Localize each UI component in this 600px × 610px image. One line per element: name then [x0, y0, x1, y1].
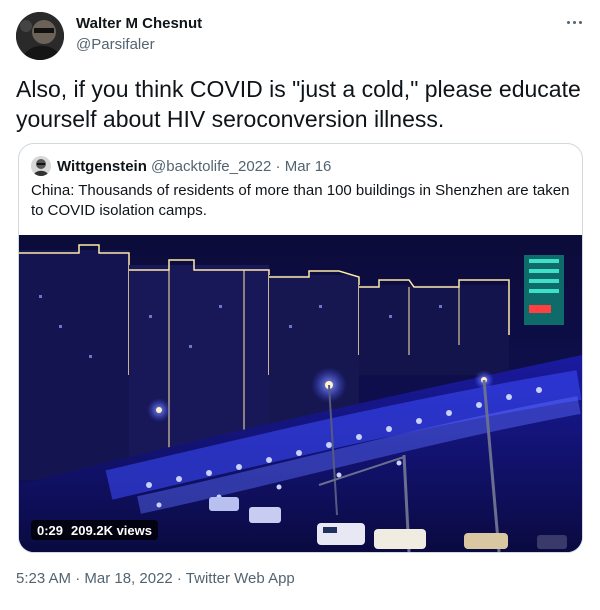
video-thumbnail: [19, 235, 582, 552]
quoted-date[interactable]: Mar 16: [285, 158, 332, 175]
tweet-text: Also, if you think COVID is "just a cold…: [16, 76, 581, 132]
tweet-timestamp-source[interactable]: 5:23 AM · Mar 18, 2022 · Twitter Web App: [16, 570, 295, 587]
quoted-tweet[interactable]: Wittgenstein @backtolife_2022 · Mar 16 C…: [18, 143, 583, 553]
author-handle[interactable]: @Parsifaler: [76, 36, 155, 53]
quoted-separator: ·: [271, 158, 285, 175]
video-duration: 0:29: [37, 522, 64, 538]
author-avatar[interactable]: [16, 12, 64, 60]
quoted-text: China: Thousands of residents of more th…: [31, 182, 570, 219]
video-views: 209.2K views: [71, 522, 152, 538]
video-player[interactable]: 0:29 209.2K views: [19, 235, 582, 552]
tweet-card: Walter M Chesnut @Parsifaler Also, if yo…: [0, 0, 600, 610]
quoted-author-avatar[interactable]: [31, 156, 51, 176]
more-options-icon[interactable]: [562, 12, 586, 32]
quoted-header: Wittgenstein @backtolife_2022 · Mar 16: [57, 158, 331, 175]
author-name[interactable]: Walter M Chesnut: [76, 15, 202, 32]
quoted-author-name[interactable]: Wittgenstein: [57, 158, 147, 175]
quoted-author-handle[interactable]: @backtolife_2022: [151, 158, 271, 175]
video-badge: 0:29 209.2K views: [31, 520, 158, 540]
